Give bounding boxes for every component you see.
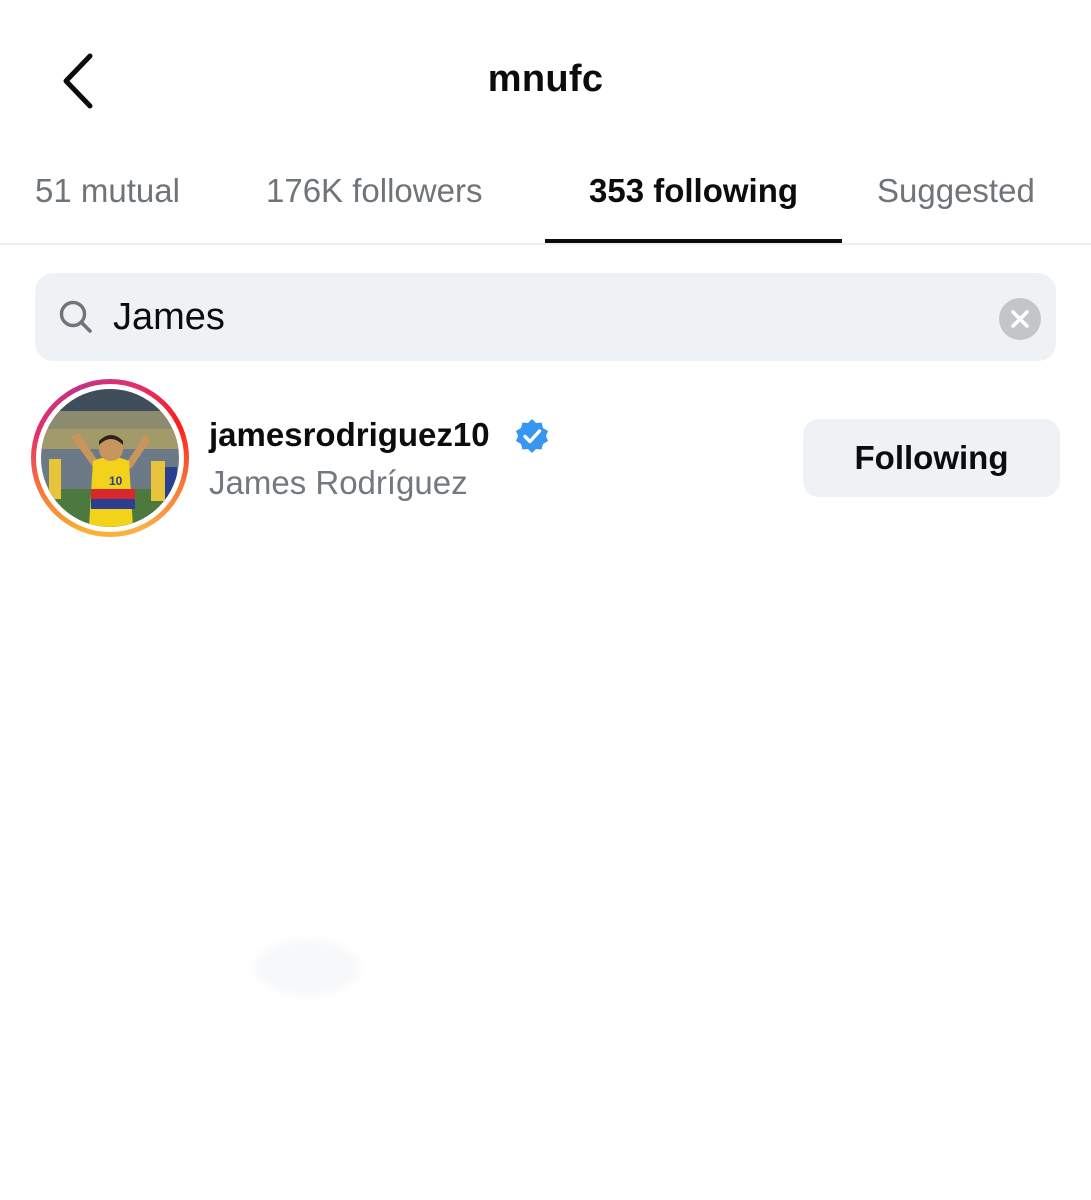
top-bar: mnufc: [0, 0, 1091, 150]
active-tab-indicator: [545, 239, 842, 243]
avatar: 10: [41, 389, 179, 527]
tab-followers[interactable]: 176K followers: [266, 150, 482, 243]
profile-photo: 10: [41, 389, 179, 527]
clear-icon: [1011, 310, 1029, 328]
following-button[interactable]: Following: [803, 419, 1060, 497]
story-ring[interactable]: 10: [31, 379, 189, 537]
background-smudge: [255, 940, 360, 995]
tab-suggested[interactable]: Suggested: [877, 150, 1035, 243]
tab-bar: 51 mutual 176K followers 353 following S…: [0, 150, 1091, 245]
jersey-number: 10: [109, 474, 123, 488]
search-icon: [59, 300, 92, 333]
full-name: James Rodríguez: [209, 464, 468, 501]
search-bar[interactable]: [35, 273, 1056, 361]
search-input[interactable]: [113, 273, 993, 361]
list-item[interactable]: 10 jamesrodriguez10 James Rodríguez Foll…: [0, 372, 1091, 544]
tab-mutual[interactable]: 51 mutual: [35, 150, 180, 243]
clear-search-button[interactable]: [999, 298, 1041, 340]
username[interactable]: jamesrodriguez10: [209, 416, 490, 454]
page-title: mnufc: [487, 58, 604, 100]
verified-badge-icon: [516, 419, 548, 453]
tab-following[interactable]: 353 following: [545, 150, 842, 243]
